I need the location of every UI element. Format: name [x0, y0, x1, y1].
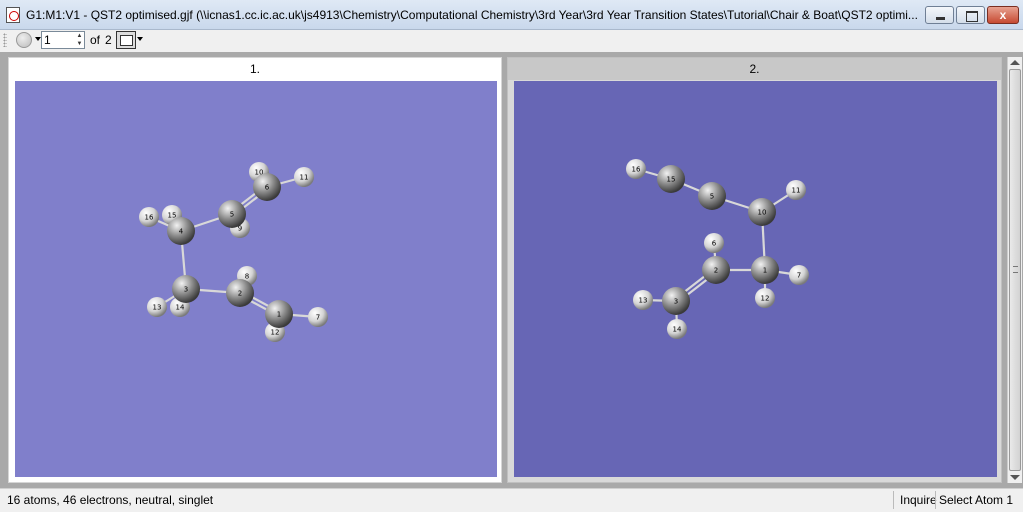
- frame-panel-title: 2.: [508, 58, 1001, 80]
- app-icon[interactable]: [6, 7, 20, 23]
- atom-label: 2: [714, 267, 718, 275]
- atom-label: 1: [277, 311, 281, 319]
- molecule-viewport-1[interactable]: 7 8 9 10 11 12 13 14 15 16 1 2 3 4 5 6: [15, 81, 497, 477]
- atom-label: 15: [667, 176, 676, 184]
- atom-label: 8: [245, 273, 249, 281]
- molecule-viewport-2[interactable]: 6 7 11 12 13 14 16 1 2 3 5 10 15: [514, 81, 997, 477]
- maximize-icon: [957, 7, 984, 23]
- minimize-icon: [926, 7, 953, 23]
- scroll-up-icon[interactable]: [1010, 60, 1020, 65]
- atom-label: 14: [673, 326, 682, 334]
- frame-panel-title: 1.: [249, 62, 260, 76]
- toolbar-grip[interactable]: [3, 33, 7, 47]
- view-layout-dropdown-icon[interactable]: [137, 37, 143, 41]
- atom-label: 13: [153, 304, 162, 312]
- frame-panel-2[interactable]: 2. 6 7 11 12 13 14 16 1 2 3 5 10 15: [507, 57, 1002, 483]
- atom-label: 7: [797, 272, 801, 280]
- molecule-1-canvas[interactable]: 78910111213 141516123456: [15, 81, 497, 477]
- total-frames: 2: [105, 33, 112, 47]
- atom-label: 4: [179, 228, 184, 236]
- atom-label: 14: [176, 304, 185, 312]
- atom-label: 7: [316, 314, 320, 322]
- status-bar: 16 atoms, 46 electrons, neutral, singlet…: [0, 488, 1023, 512]
- atom-label: 16: [632, 166, 641, 174]
- mode-indicator: Inquire: [900, 493, 937, 507]
- workspace: 1. 7 8 9 10 11 12 13 14 15 16 1 2 3 4 5 6 2. 6 7 11 12 13 14…: [0, 52, 1023, 488]
- atom-label: 2: [238, 290, 242, 298]
- frame-panel-1[interactable]: 1. 7 8 9 10 11 12 13 14 15 16 1 2 3 4 5 6: [8, 57, 502, 483]
- atom-label: 3: [184, 286, 188, 294]
- atom-label: 5: [710, 193, 714, 201]
- scroll-down-icon[interactable]: [1010, 475, 1020, 480]
- atom-label: 12: [761, 295, 770, 303]
- minimize-button[interactable]: [925, 6, 954, 24]
- title-bar[interactable]: G1:M1:V1 - QST2 optimised.gjf (\\icnas1.…: [0, 0, 1023, 30]
- atom-label: 3: [674, 298, 678, 306]
- atom-label: 10: [758, 209, 767, 217]
- close-button[interactable]: x: [987, 6, 1019, 24]
- atom-label: 1: [763, 267, 767, 275]
- vertical-scrollbar[interactable]: [1007, 57, 1022, 483]
- frame-spinner[interactable]: ▲ ▼: [75, 32, 84, 48]
- action-indicator: Select Atom 1: [939, 493, 1014, 507]
- status-separator: [893, 491, 894, 509]
- atom-label: 16: [145, 214, 154, 222]
- atom-label: 12: [271, 329, 280, 337]
- atom-label: 5: [230, 211, 234, 219]
- spin-up-icon[interactable]: ▲: [75, 32, 84, 40]
- atom-label: 11: [792, 187, 801, 195]
- status-separator: [935, 491, 936, 509]
- atom-label: 6: [712, 240, 717, 248]
- close-icon: x: [999, 8, 1007, 22]
- thumb-grip-icon: [1013, 266, 1018, 273]
- animation-button[interactable]: [16, 32, 32, 48]
- molecule-2-canvas[interactable]: 67111213141612351015: [514, 81, 997, 477]
- atom-label: 6: [265, 184, 270, 192]
- maximize-button[interactable]: [956, 6, 985, 24]
- of-label: of: [90, 33, 101, 47]
- molecule-summary: 16 atoms, 46 electrons, neutral, singlet: [7, 493, 214, 507]
- atom-label: 11: [300, 174, 309, 182]
- frame-toolbar: 1 ▲ ▼ of 2: [0, 30, 1023, 50]
- atom-label: 13: [639, 297, 648, 305]
- spin-down-icon[interactable]: ▼: [75, 40, 84, 48]
- window-title: G1:M1:V1 - QST2 optimised.gjf (\\icnas1.…: [26, 8, 918, 22]
- view-layout-button[interactable]: [116, 31, 136, 49]
- scrollbar-thumb[interactable]: [1009, 69, 1021, 471]
